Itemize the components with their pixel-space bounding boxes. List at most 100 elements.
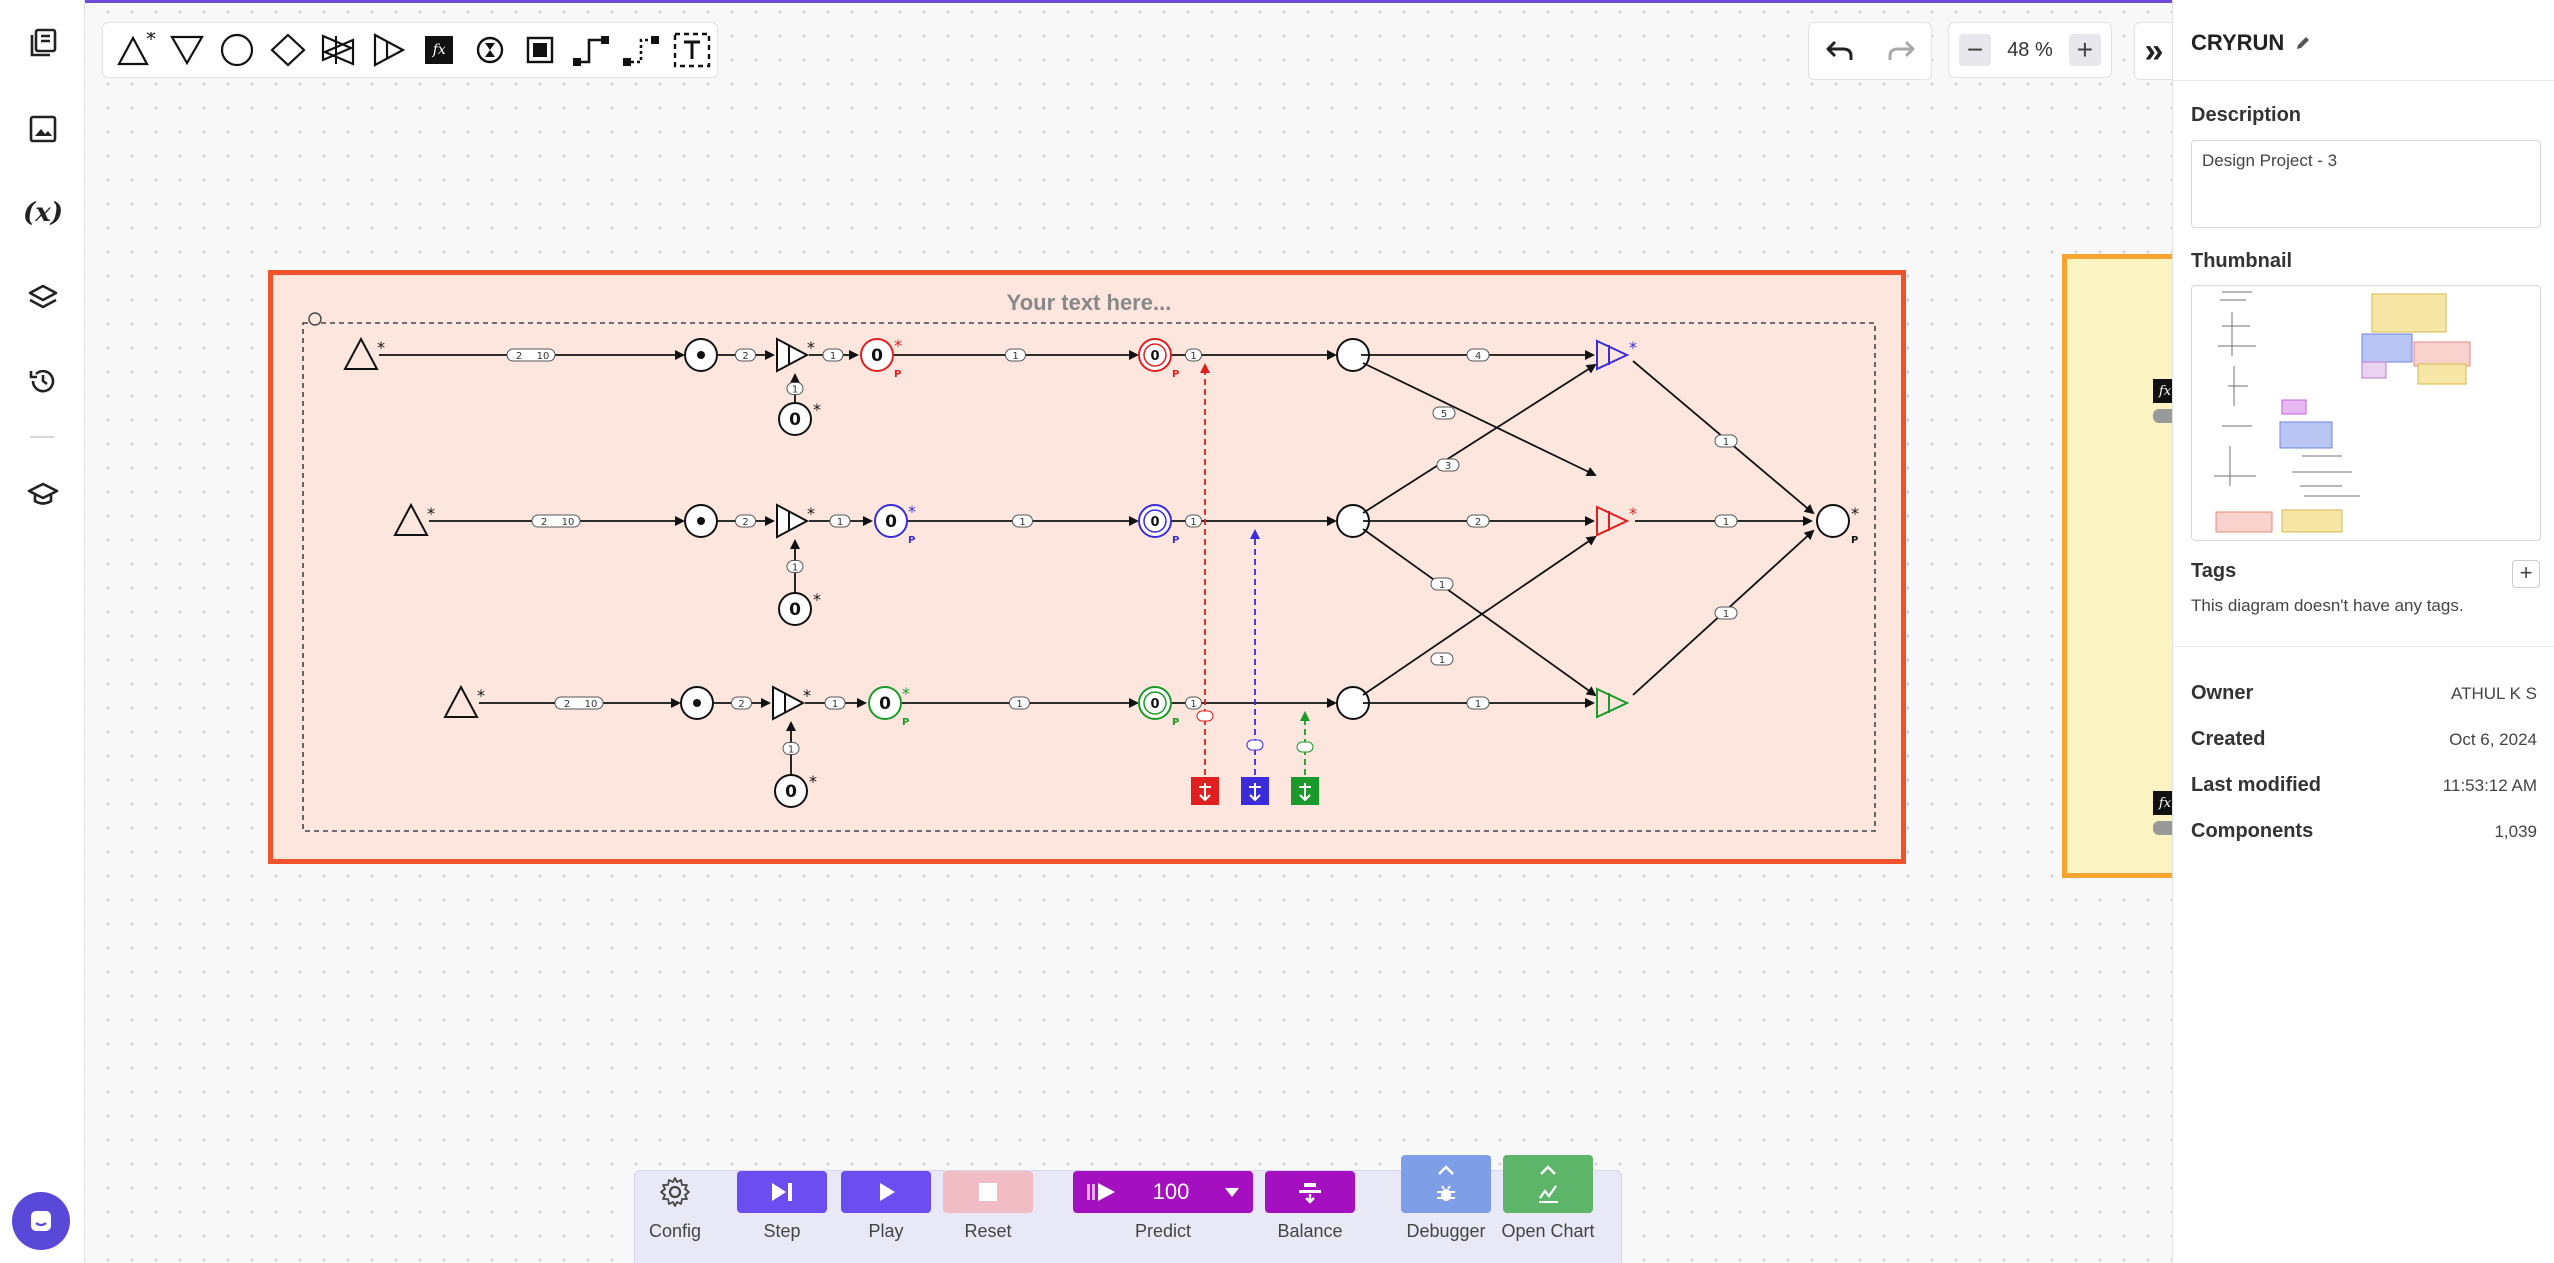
edge-weight-label: 1 <box>1439 655 1445 666</box>
image-icon[interactable] <box>22 108 64 150</box>
gate-tool[interactable] <box>263 25 314 75</box>
reset-control: Reset <box>943 1171 1033 1242</box>
flow-edge[interactable] <box>1362 535 1597 696</box>
text-tool[interactable] <box>667 25 718 75</box>
pool-value: 0 <box>1150 349 1159 364</box>
pool-value: 0 <box>885 512 897 532</box>
meta-last-modified: Last modified 11:53:12 AM <box>2191 774 2537 796</box>
edge-weight-label: 5 <box>1441 409 1447 420</box>
node-marker: P <box>1172 369 1179 380</box>
node-marker: * <box>902 684 910 703</box>
svg-text:*: * <box>146 32 156 51</box>
zoom-in-button[interactable]: + <box>2068 34 2101 66</box>
thumbnail-image <box>2214 291 2471 533</box>
learn-icon[interactable] <box>22 474 64 516</box>
chevron-down-icon[interactable] <box>1223 1185 1241 1199</box>
node-marker: * <box>908 502 916 521</box>
redo-button[interactable] <box>1870 23 1931 79</box>
chat-launcher-button[interactable] <box>12 1192 70 1250</box>
node-marker: P <box>902 717 909 728</box>
converter-node-green[interactable] <box>1596 687 1630 719</box>
state-connection-tool[interactable] <box>616 25 667 75</box>
pool-tool[interactable] <box>212 25 263 75</box>
config-button[interactable] <box>650 1171 700 1213</box>
delay-tool[interactable] <box>465 25 516 75</box>
pool-value: 0 <box>1150 515 1159 530</box>
edge-rate-label: 2 <box>516 351 522 362</box>
project-title[interactable]: CRYRUN <box>2191 30 2312 56</box>
flow-edge[interactable] <box>1362 363 1597 514</box>
description-field[interactable]: Design Project - 3 <box>2191 140 2541 228</box>
open-chart-button[interactable] <box>1503 1155 1593 1213</box>
undo-redo-group <box>1808 22 1932 80</box>
source-node[interactable] <box>343 336 379 370</box>
variable-icon[interactable]: (x) <box>22 192 64 234</box>
source-node[interactable] <box>393 502 429 536</box>
gate-center <box>693 699 701 707</box>
debugger-button[interactable] <box>1401 1155 1491 1213</box>
node-marker: P <box>894 369 901 380</box>
meta-components: Components 1,039 <box>2191 820 2537 842</box>
edge-weight-label: 1 <box>832 699 838 710</box>
resource-connection-tool[interactable] <box>566 25 617 75</box>
edge-weight-label: 1 <box>1190 351 1196 362</box>
predict-runs[interactable]: 100 <box>1153 1179 1190 1205</box>
left-rail: (x) <box>0 0 85 1263</box>
library-icon[interactable] <box>22 22 64 64</box>
diagram-frame-secondary[interactable]: fx fx <box>2062 254 2177 878</box>
trader-tool[interactable] <box>313 25 364 75</box>
edge-weight-label: 1 <box>837 517 843 528</box>
history-icon[interactable] <box>22 360 64 402</box>
gate-center <box>697 517 705 525</box>
register-tool[interactable] <box>515 25 566 75</box>
diagram-frame-main[interactable]: Your text here... * 2 10 2 * 0 * 1 1 0 * P 1 0 P 1 * 2 10 2… <box>268 270 1906 864</box>
group-collapse-handle[interactable] <box>308 312 322 326</box>
element-toolbar: * fx <box>102 22 718 78</box>
add-tag-button[interactable]: + <box>2512 560 2540 588</box>
reset-button[interactable] <box>943 1171 1033 1213</box>
source-tool[interactable]: * <box>111 25 162 75</box>
edge-weight-label: 3 <box>1445 461 1451 472</box>
diagram-thumbnail[interactable] <box>2191 285 2541 541</box>
zoom-out-button[interactable]: − <box>1959 34 1991 66</box>
step-icon <box>772 1183 792 1201</box>
divider <box>2173 80 2554 81</box>
pool-value: 0 <box>789 410 801 430</box>
svg-text:*: * <box>1851 504 1859 523</box>
edge-weight-label: 2 <box>1475 517 1481 528</box>
simulation-control-bar: Config Step Play Reset 100 Predict Balan… <box>634 1155 1622 1263</box>
converter-node-blue[interactable] <box>1596 339 1630 371</box>
edge-weight-label: 1 <box>1190 517 1196 528</box>
formula-tool[interactable]: fx <box>414 25 465 75</box>
end-pool-node[interactable] <box>1816 504 1850 538</box>
edge-weight-label: 2 <box>742 351 748 362</box>
converter-node[interactable] <box>772 685 806 721</box>
step-button[interactable] <box>737 1171 827 1213</box>
tags-empty-text: This diagram doesn't have any tags. <box>2191 596 2464 615</box>
balance-button[interactable] <box>1265 1171 1355 1213</box>
play-button[interactable] <box>841 1171 931 1213</box>
chart-icon <box>1539 1185 1558 1203</box>
converter-node-red[interactable] <box>1596 505 1630 537</box>
undo-button[interactable] <box>1809 23 1870 79</box>
collapse-panel-button[interactable]: » <box>2134 22 2173 80</box>
flow-edge[interactable] <box>1362 362 1597 477</box>
fast-forward-icon <box>1087 1183 1115 1201</box>
group-box[interactable] <box>302 322 1876 832</box>
gear-icon <box>660 1177 690 1207</box>
layers-icon[interactable] <box>22 276 64 318</box>
group-label[interactable]: Your text here... <box>1007 290 1172 315</box>
sink-tool[interactable] <box>162 25 213 75</box>
source-node[interactable] <box>443 684 479 718</box>
converter-node[interactable] <box>776 503 810 539</box>
converter-node[interactable] <box>776 337 810 373</box>
flow-edge[interactable] <box>1362 528 1597 697</box>
chevron-up-icon <box>1540 1165 1556 1175</box>
pool-value: 0 <box>879 694 891 714</box>
chevron-up-icon <box>1438 1165 1454 1175</box>
edit-pencil-icon[interactable] <box>2294 34 2312 52</box>
divider <box>2173 646 2554 647</box>
converter-tool[interactable] <box>364 25 415 75</box>
gate-center <box>697 351 705 359</box>
predict-button[interactable]: 100 <box>1073 1171 1253 1213</box>
